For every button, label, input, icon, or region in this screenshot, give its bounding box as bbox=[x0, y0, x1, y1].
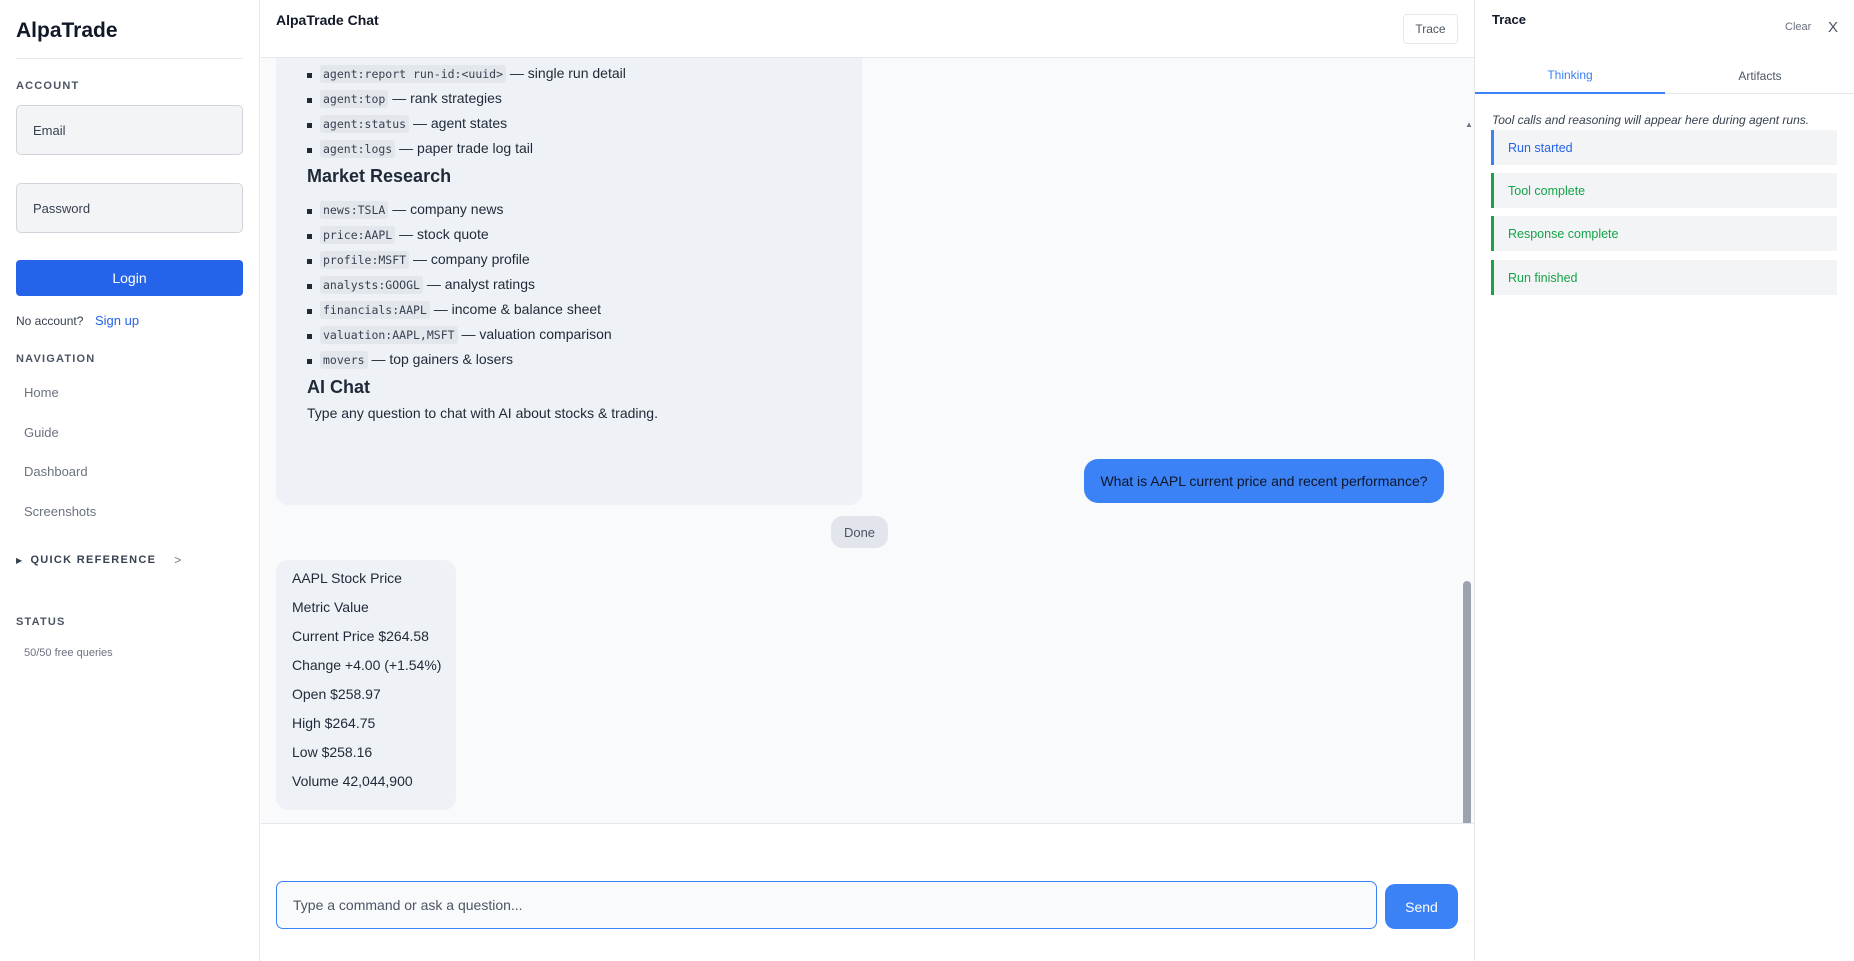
market-research-heading: Market Research bbox=[307, 166, 452, 186]
brand-logo: AlpaTrade bbox=[16, 19, 118, 42]
chat-panel: AlpaTrade Chat Trace agent:report run-id… bbox=[261, 0, 1474, 961]
command-code: agent:status bbox=[320, 115, 410, 133]
stock-line: Low $258.16 bbox=[292, 744, 373, 760]
clear-button[interactable]: Clear bbox=[1785, 21, 1811, 33]
trace-title: Trace bbox=[1492, 12, 1526, 27]
stock-line: Current Price $264.58 bbox=[292, 628, 429, 644]
ai-chat-description: Type any question to chat with AI about … bbox=[307, 405, 658, 421]
stock-line: Volume 42,044,900 bbox=[292, 773, 413, 789]
stock-line: Change +4.00 (+1.54%) bbox=[292, 657, 442, 673]
list-item: valuation:AAPL,MSFT — valuation comparis… bbox=[307, 326, 612, 344]
email-field[interactable] bbox=[16, 105, 243, 155]
command-description: — stock quote bbox=[399, 226, 489, 242]
scrollbar-thumb[interactable] bbox=[1463, 581, 1471, 823]
command-code: agent:report run-id:<uuid> bbox=[320, 65, 507, 83]
nav-item-home[interactable]: Home bbox=[24, 385, 59, 400]
stock-line: Open $258.97 bbox=[292, 686, 381, 702]
command-description: — company profile bbox=[412, 251, 530, 267]
message-list[interactable]: agent:report run-id:<uuid> — single run … bbox=[261, 58, 1474, 824]
trace-event: Tool complete bbox=[1491, 173, 1837, 208]
command-description: — analyst ratings bbox=[426, 276, 535, 292]
trace-toggle-button[interactable]: Trace bbox=[1403, 14, 1458, 44]
sidebar: AlpaTrade ACCOUNT Login No account? Sign… bbox=[0, 0, 260, 961]
navigation-section-title: NAVIGATION bbox=[16, 353, 96, 365]
list-item: agent:report run-id:<uuid> — single run … bbox=[307, 65, 626, 83]
command-description: — paper trade log tail bbox=[399, 140, 533, 156]
trace-event: Response complete bbox=[1491, 216, 1837, 251]
command-code: movers bbox=[320, 351, 368, 369]
nav-item-screenshots[interactable]: Screenshots bbox=[24, 504, 96, 519]
message-input[interactable] bbox=[276, 881, 1377, 929]
disclosure-triangle-icon: ▶ bbox=[16, 555, 24, 565]
page-title: AlpaTrade Chat bbox=[276, 12, 379, 28]
trace-hint: Tool calls and reasoning will appear her… bbox=[1492, 113, 1810, 127]
command-code: financials:AAPL bbox=[320, 301, 430, 319]
quick-reference-toggle[interactable]: ▶ QUICK REFERENCE > bbox=[16, 553, 183, 567]
user-message: What is AAPL current price and recent pe… bbox=[1084, 459, 1444, 503]
chat-header: AlpaTrade Chat Trace bbox=[261, 0, 1474, 58]
list-item: profile:MSFT — company profile bbox=[307, 251, 530, 269]
command-description: — rank strategies bbox=[392, 90, 502, 106]
list-item: news:TSLA — company news bbox=[306, 201, 504, 219]
tab-thinking[interactable]: Thinking bbox=[1475, 58, 1665, 94]
stock-line: High $264.75 bbox=[292, 715, 376, 731]
ai-chat-heading: AI Chat bbox=[307, 377, 370, 397]
list-item: agent:top — rank strategies bbox=[307, 90, 502, 108]
assistant-message-stock: AAPL Stock Price Metric Value Current Pr… bbox=[276, 560, 456, 810]
status-badge: Done bbox=[831, 516, 888, 548]
signup-link[interactable]: Sign up bbox=[95, 313, 139, 328]
stock-line: AAPL Stock Price bbox=[292, 570, 402, 586]
send-button[interactable]: Send bbox=[1385, 884, 1458, 929]
command-description: — agent states bbox=[412, 115, 508, 131]
quick-reference-label: QUICK REFERENCE bbox=[30, 554, 157, 566]
scroll-up-arrow-icon[interactable]: ▲ bbox=[1465, 120, 1473, 129]
assistant-message-help: agent:report run-id:<uuid> — single run … bbox=[276, 58, 862, 505]
command-code: agent:top bbox=[320, 90, 389, 108]
trace-event: Run finished bbox=[1491, 260, 1837, 295]
list-item: movers — top gainers & losers bbox=[306, 351, 514, 369]
command-description: — income & balance sheet bbox=[433, 301, 602, 317]
stock-line: Metric Value bbox=[292, 599, 369, 615]
app-window: AlpaTrade ACCOUNT Login No account? Sign… bbox=[0, 0, 1854, 961]
list-item: agent:status — agent states bbox=[306, 115, 508, 133]
command-code: news:TSLA bbox=[320, 201, 389, 219]
list-item: agent:logs — paper trade log tail bbox=[307, 140, 533, 158]
command-code: profile:MSFT bbox=[320, 251, 410, 269]
trace-event: Run started bbox=[1491, 130, 1837, 165]
command-code: price:AAPL bbox=[320, 226, 396, 244]
close-button[interactable]: X bbox=[1828, 19, 1838, 36]
command-code: valuation:AAPL,MSFT bbox=[320, 326, 458, 344]
list-item: price:AAPL — stock quote bbox=[307, 226, 489, 244]
command-description: — single run detail bbox=[509, 65, 626, 81]
list-item: analysts:GOOGL — analyst ratings bbox=[307, 276, 535, 294]
status-section-title: STATUS bbox=[16, 616, 66, 628]
list-item: financials:AAPL — income & balance sheet bbox=[306, 301, 602, 319]
command-description: — valuation comparison bbox=[461, 326, 612, 342]
command-code: analysts:GOOGL bbox=[320, 276, 423, 294]
command-description: — company news bbox=[392, 201, 504, 217]
login-button[interactable]: Login bbox=[16, 260, 243, 296]
nav-item-dashboard[interactable]: Dashboard bbox=[24, 464, 88, 479]
no-account-text: No account? bbox=[16, 314, 84, 328]
password-field[interactable] bbox=[16, 183, 243, 233]
query-count: 50/50 free queries bbox=[24, 647, 113, 659]
trace-tabs: Thinking Artifacts bbox=[1475, 58, 1854, 94]
nav-item-guide[interactable]: Guide bbox=[24, 425, 59, 440]
chevron-right-icon: > bbox=[174, 553, 183, 567]
tab-artifacts[interactable]: Artifacts bbox=[1665, 58, 1854, 94]
trace-panel: Trace Clear X Thinking Artifacts Tool ca… bbox=[1474, 0, 1854, 961]
brand-divider bbox=[16, 58, 243, 59]
command-code: agent:logs bbox=[320, 140, 396, 158]
command-description: — top gainers & losers bbox=[371, 351, 514, 367]
account-section-title: ACCOUNT bbox=[16, 80, 80, 92]
